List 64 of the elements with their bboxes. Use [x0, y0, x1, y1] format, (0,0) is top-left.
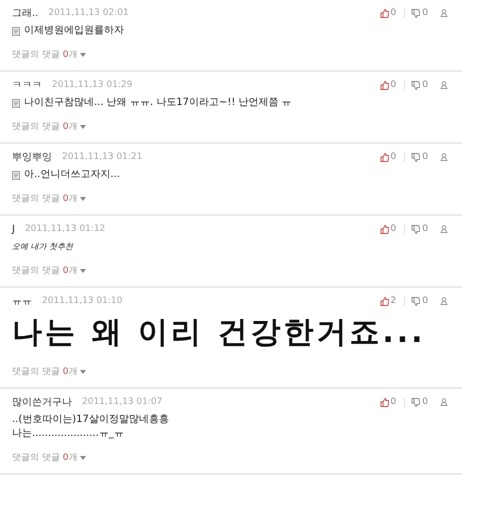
thumbs-down-icon[interactable] — [411, 8, 420, 18]
person-icon[interactable] — [440, 81, 448, 89]
comment-author: 많이쓴거구나 — [12, 396, 72, 409]
thumbs-up-icon[interactable] — [380, 152, 389, 162]
dislike-count: 0 — [422, 296, 428, 306]
comment-author: ㅋㅋㅋ — [12, 79, 42, 92]
comment-date: 2011,11,13 01:07 — [82, 397, 162, 407]
dislike-count: 0 — [422, 397, 428, 407]
thumbs-up-icon[interactable] — [380, 8, 389, 18]
thumbs-down-icon[interactable] — [411, 296, 420, 306]
dislike-count: 0 — [422, 224, 428, 234]
memo-icon — [12, 170, 20, 180]
like-count: 0 — [390, 152, 396, 162]
thumbs-down-icon[interactable] — [411, 152, 420, 162]
person-icon[interactable] — [440, 225, 448, 233]
memo-icon — [12, 26, 20, 36]
comment-author: J — [12, 224, 15, 234]
reply-toggle[interactable]: 댓글의 댓글 0개 — [12, 48, 78, 61]
comment-date: 2011,11,13 01:29 — [52, 80, 132, 90]
caret-icon[interactable] — [80, 196, 86, 200]
like-count: 0 — [390, 80, 396, 90]
reply-toggle[interactable]: 댓글의 댓글 0개 — [12, 192, 78, 205]
thumbs-up-icon[interactable] — [380, 224, 389, 234]
comment-text: 이제병원에입원률하자 — [24, 24, 124, 38]
memo-icon — [12, 98, 20, 108]
thumbs-up-icon[interactable] — [380, 296, 389, 306]
caret-icon[interactable] — [80, 370, 86, 374]
caret-icon[interactable] — [80, 268, 86, 272]
dislike-count: 0 — [422, 80, 428, 90]
like-count: 2 — [390, 296, 396, 306]
comment-text: 아..언니더쓰고자지... — [24, 168, 120, 182]
caret-icon[interactable] — [80, 456, 86, 460]
comment-date: 2011,11,13 01:21 — [62, 152, 142, 162]
comment-date: 2011,11,13 02:01 — [48, 8, 129, 18]
reply-toggle[interactable]: 댓글의 댓글 0개 — [12, 120, 78, 133]
caret-icon[interactable] — [80, 124, 86, 128]
comment-author: 뿌잉뿌잉 — [12, 151, 52, 164]
person-icon[interactable] — [440, 297, 448, 305]
like-count: 0 — [390, 397, 396, 407]
thumbs-up-icon[interactable] — [380, 398, 389, 406]
thumbs-down-icon[interactable] — [411, 80, 420, 90]
comment-text: 나이친구참많네... 난왜 ㅠㅠ. 나도17이라고~!! 난언제쯤 ㅠ — [24, 96, 292, 110]
caret-icon[interactable] — [80, 52, 86, 56]
thumbs-down-icon[interactable] — [411, 398, 420, 406]
reply-toggle[interactable]: 댓글의 댓글 0개 — [12, 365, 78, 378]
comment-author: 그래.. — [12, 7, 38, 20]
thumbs-up-icon[interactable] — [380, 80, 389, 90]
comment-text: 나는 왜 이리 건강한거죠... — [12, 314, 426, 352]
comment-text: 오예 내가 첫추천 — [12, 241, 74, 253]
person-icon[interactable] — [440, 398, 448, 406]
like-count: 0 — [390, 224, 396, 234]
reply-toggle[interactable]: 댓글의 댓글 0개 — [12, 451, 78, 464]
person-icon[interactable] — [440, 9, 448, 17]
comment-text: 나는.....................ㅠ_ㅠ — [12, 427, 125, 441]
comment-date: 2011,11,13 01:12 — [24, 224, 106, 234]
comment-text: ..(번호따이는)17살이정말많네흥흥 — [12, 413, 169, 427]
thumbs-down-icon[interactable] — [411, 224, 420, 234]
reply-toggle[interactable]: 댓글의 댓글 0개 — [12, 264, 78, 277]
comment-author: ㅠㅠ — [12, 295, 32, 308]
person-icon[interactable] — [440, 153, 448, 161]
like-count: 0 — [390, 8, 396, 18]
comment-date: 2011,11,13 01:10 — [42, 296, 122, 306]
dislike-count: 0 — [422, 152, 428, 162]
dislike-count: 0 — [422, 8, 428, 18]
